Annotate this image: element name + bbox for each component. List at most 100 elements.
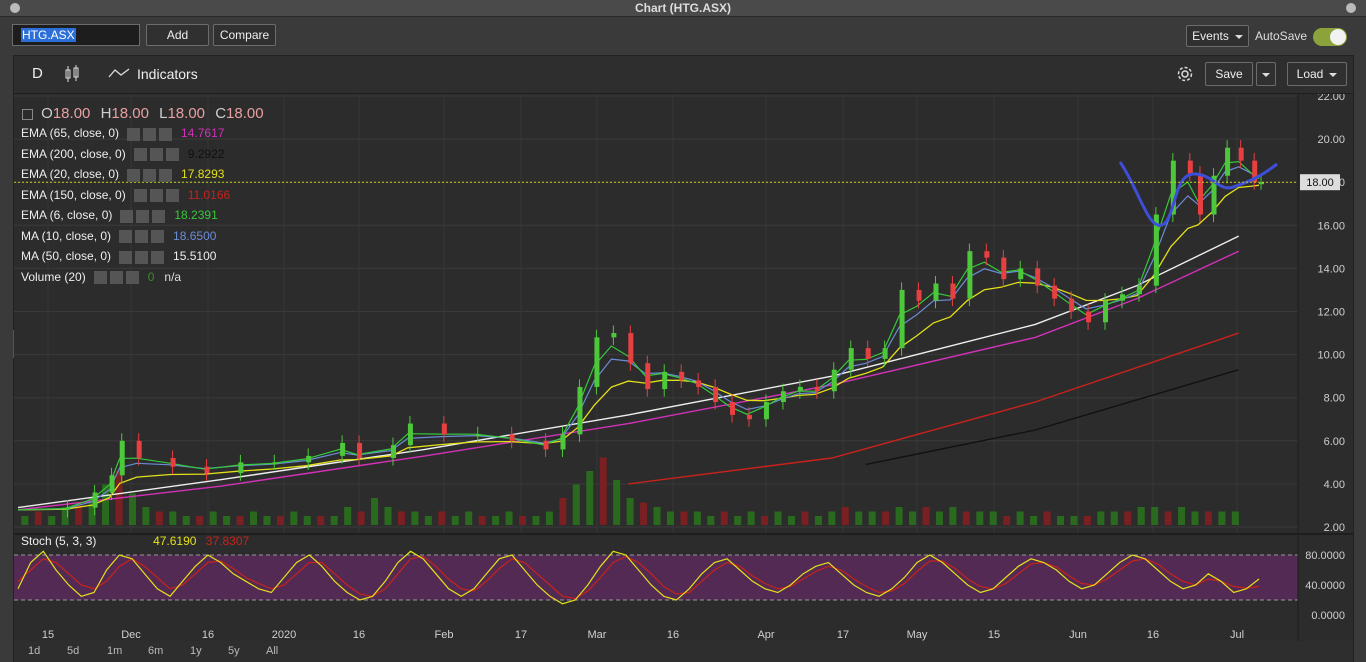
legend-controls[interactable] [119,248,167,265]
gear-icon[interactable] [143,168,157,182]
save-menu-button[interactable] [1256,62,1276,86]
volume-bar [34,511,42,525]
volume-bar [962,511,970,525]
x-tick-label: 16 [1147,629,1159,641]
volume-bar [223,516,231,525]
eye-icon[interactable] [133,189,147,203]
range-button[interactable]: 1m [107,645,122,657]
close-icon[interactable] [159,127,173,141]
volume-bar [653,507,661,525]
legend-controls[interactable] [127,125,175,142]
close-icon[interactable] [125,271,139,285]
symbol-input-text: HTG.ASX [21,28,76,42]
close-icon[interactable] [165,189,179,203]
range-button[interactable]: All [266,645,278,657]
y-tick-label: 12.00 [1317,307,1345,319]
close-icon[interactable] [165,148,179,162]
legend-label: MA (50, close, 0) [21,249,112,263]
eye-icon[interactable] [93,271,107,285]
volume-bar [505,511,513,525]
candle-body [390,445,396,459]
legend-controls[interactable] [93,269,142,286]
candle-body [1035,268,1041,286]
volume-bar [1151,507,1159,525]
stoch-band [14,555,1298,600]
candle-body [611,333,617,338]
candlestick-icon[interactable] [63,64,81,84]
save-button[interactable]: Save [1205,62,1253,86]
candle-body [899,289,905,349]
gear-icon[interactable] [1174,63,1196,85]
range-button[interactable]: 5y [228,645,240,657]
eye-icon[interactable] [119,250,133,264]
legend-label: EMA (200, close, 0) [21,146,126,161]
legend-controls[interactable] [127,166,175,183]
candle-body [407,423,413,446]
autosave-toggle[interactable] [1313,28,1347,46]
x-tick-label: 16 [667,629,679,641]
volume-bar [613,480,621,525]
eye-icon[interactable] [127,127,141,141]
indicators-icon[interactable] [108,67,130,79]
close-icon[interactable] [159,168,173,182]
legend-controls[interactable] [119,228,167,245]
candle-body [882,348,888,359]
x-tick-label: Feb [435,629,454,641]
close-icon[interactable] [152,209,166,223]
x-tick-label: 17 [515,629,527,641]
legend-controls[interactable] [133,187,182,204]
candle-body [780,391,786,403]
add-button[interactable]: Add [146,24,209,46]
candle-body [441,423,447,435]
period-button[interactable]: D [32,65,43,82]
legend-value: 9.2922 [187,146,225,161]
eye-icon[interactable] [127,168,141,182]
indicators-button[interactable]: Indicators [137,66,198,82]
gear-icon[interactable] [143,127,157,141]
eye-icon[interactable] [120,209,134,223]
volume-bar [935,511,943,525]
stoch-tick-label: 0.0000 [1311,610,1345,622]
range-button[interactable]: 6m [148,645,163,657]
candle-body [984,251,990,258]
candle-body [1119,294,1125,301]
legend-value: n/a [164,269,182,284]
symbol-input[interactable]: HTG.ASX [12,24,140,46]
legend-controls[interactable] [120,207,168,224]
eye-icon[interactable] [133,148,147,162]
close-icon[interactable] [151,230,165,244]
legend-value: 18.2391 [174,208,218,222]
candle-body [509,434,515,441]
events-dropdown[interactable]: Events [1186,25,1249,47]
candle-body [628,333,634,364]
candle-body [950,283,956,299]
volume-bar [317,516,325,525]
stoch-d-value: 37.8307 [205,534,250,548]
gear-icon[interactable] [135,250,149,264]
gear-icon[interactable] [135,230,149,244]
range-button[interactable]: 5d [67,645,79,657]
collapse-legend-icon[interactable] [22,108,33,120]
candle-body [1103,300,1109,323]
legend-controls[interactable] [133,146,182,163]
volume-bar [949,507,957,525]
window-title: Chart (HTG.ASX) [635,1,731,15]
candle-body [1018,268,1024,280]
range-button[interactable]: 1d [28,645,40,657]
legend-label: EMA (20, close, 0) [21,167,120,181]
range-button[interactable]: 1y [190,645,202,657]
ohlc-high-label: H [100,105,112,122]
gear-icon[interactable] [149,189,163,203]
x-tick-label: Jun [1069,629,1087,641]
gear-icon[interactable] [149,148,163,162]
x-tick-label: 17 [837,629,849,641]
load-dropdown[interactable]: Load [1287,62,1347,86]
compare-button[interactable]: Compare [213,24,276,46]
gear-icon[interactable] [136,209,150,223]
volume-bar [344,507,352,525]
close-icon[interactable] [151,250,165,264]
candle-body [560,434,566,450]
load-label: Load [1296,67,1324,81]
gear-icon[interactable] [109,271,123,285]
eye-icon[interactable] [119,230,133,244]
